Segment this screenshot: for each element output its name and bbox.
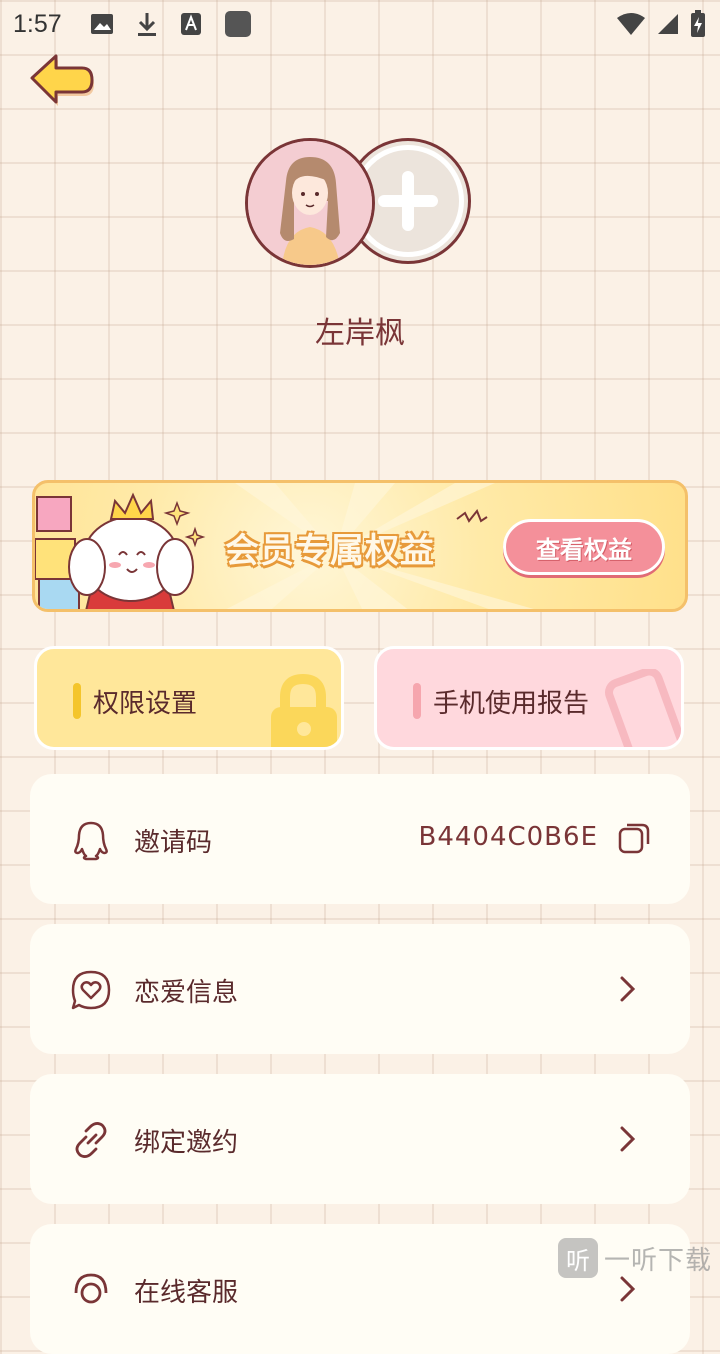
row-label: 在线客服 <box>134 1278 239 1308</box>
lock-icon <box>271 673 337 747</box>
status-time: 1:57 <box>13 10 62 38</box>
love-info-row[interactable]: 恋爱信息 <box>30 924 690 1054</box>
status-bar: 1:57 <box>0 0 720 50</box>
font-a-icon <box>181 13 201 35</box>
girl-portrait-icon <box>248 141 372 265</box>
watermark-badge: 听 <box>558 1238 598 1278</box>
qq-icon <box>74 821 108 861</box>
notification-icons <box>90 10 252 38</box>
download-icon <box>138 13 156 36</box>
watermark-text: 一听下载 <box>604 1245 713 1276</box>
invite-code-row: 邀请码 B4404C0B6E <box>30 774 690 904</box>
system-icons <box>616 10 706 38</box>
phone-icon <box>605 669 681 747</box>
user-avatar[interactable] <box>245 138 375 268</box>
image-notification-icon <box>91 14 113 34</box>
invite-code-value: B4404C0B6E <box>418 822 598 852</box>
phone-usage-report-tile[interactable]: 手机使用报告 <box>374 646 684 750</box>
signal-icon <box>658 14 678 34</box>
chevron-right-icon <box>620 976 636 1002</box>
headset-icon <box>74 1273 108 1304</box>
username: 左岸枫 <box>315 316 405 351</box>
watermark: 听 一听下载 <box>558 1236 720 1280</box>
back-button[interactable] <box>28 48 100 110</box>
sparkle-icon <box>456 509 488 523</box>
row-label: 绑定邀约 <box>134 1128 239 1158</box>
puppy-king-illustration <box>35 492 206 609</box>
vip-banner[interactable]: 会员专属权益 查看权益 <box>32 480 688 612</box>
tile-accent-bar <box>73 683 81 719</box>
row-label: 恋爱信息 <box>134 978 239 1008</box>
heart-chat-icon <box>71 970 111 1010</box>
app-square-icon <box>225 11 251 37</box>
tile-label: 手机使用报告 <box>433 689 590 719</box>
couple-avatars <box>245 138 477 270</box>
copy-icon[interactable] <box>618 822 650 854</box>
chevron-right-icon <box>620 1126 636 1152</box>
tile-accent-bar <box>413 683 421 719</box>
link-icon <box>75 1122 107 1158</box>
permission-settings-tile[interactable]: 权限设置 <box>34 646 344 750</box>
vip-title: 会员专属权益 <box>225 531 435 571</box>
view-benefits-button[interactable]: 查看权益 <box>503 519 665 575</box>
bind-invitation-row[interactable]: 绑定邀约 <box>30 1074 690 1204</box>
tile-label: 权限设置 <box>93 689 198 719</box>
wifi-icon <box>617 13 645 35</box>
battery-charging-icon <box>691 10 705 37</box>
back-arrow-icon <box>30 54 94 106</box>
row-label: 邀请码 <box>134 828 213 858</box>
